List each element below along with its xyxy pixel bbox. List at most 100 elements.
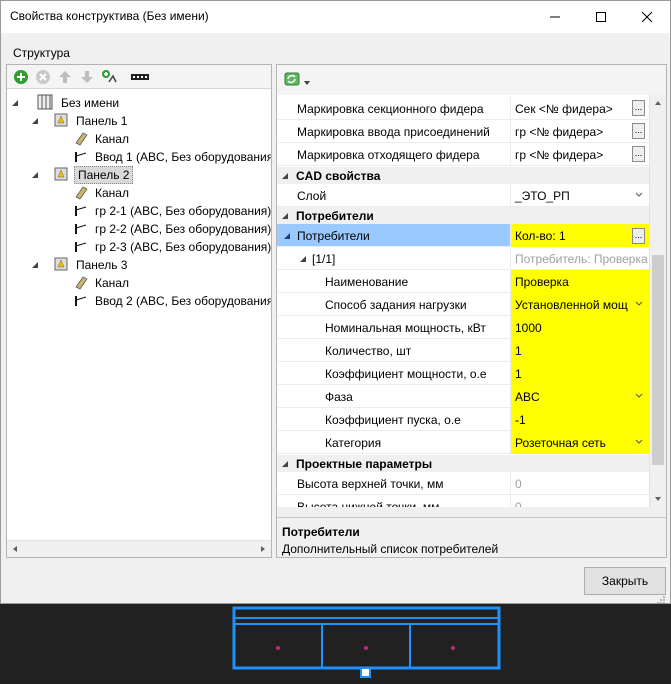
chevron-down-icon (635, 192, 643, 197)
description-panel: Потребители Дополнительный список потреб… (277, 517, 666, 557)
arrow-down-icon (81, 71, 93, 83)
property-row[interactable]: Высота верхней точки, мм 0 (277, 472, 649, 495)
property-row[interactable]: Слой _ЭТО_РП (277, 184, 649, 207)
close-button[interactable]: Закрыть (584, 567, 666, 595)
property-row[interactable]: Маркировка ввода присоединений гр <№ фид… (277, 120, 649, 143)
tree-node-feeder[interactable]: гр 2-3 (ABC, Без оборудования) (73, 238, 271, 256)
properties-window: Свойства конструктива (Без имени) Структ… (0, 0, 671, 604)
tree-node-root[interactable]: Без имени (11, 94, 261, 112)
move-up-button[interactable] (57, 69, 73, 85)
collapse-icon (32, 118, 38, 124)
property-row[interactable]: Фаза ABC (277, 385, 649, 408)
cad-canvas[interactable] (0, 604, 671, 681)
panel-icon (54, 167, 68, 181)
tree-node-feeder[interactable]: гр 2-1 (ABC, Без оборудования) (73, 202, 271, 220)
feeder-icon (75, 296, 87, 306)
property-grid: Маркировка секционного фидера Сек <№ фид… (277, 95, 649, 507)
structure-tree: Без имени Панель 1 Канал Ввод 1 (ABC, Бе… (7, 91, 271, 531)
channel-icon (75, 132, 88, 146)
collapse-icon (284, 233, 290, 239)
tree-node-channel[interactable]: Канал (73, 130, 263, 148)
delete-button[interactable] (35, 69, 51, 85)
property-row[interactable]: Номинальная мощность, кВт 1000 (277, 316, 649, 339)
property-row[interactable]: Маркировка отходящего фидера гр <№ фидер… (277, 143, 649, 166)
property-row[interactable]: [1/1] Потребитель: Проверка (277, 247, 649, 270)
collapse-icon (282, 461, 288, 467)
cabinet-icon (37, 94, 53, 110)
channel-icon (75, 186, 88, 200)
category-project-parameters[interactable]: Проектные параметры (277, 455, 649, 472)
tree-node-panel-1[interactable]: Панель 1 (31, 112, 271, 130)
minimize-icon (550, 16, 560, 18)
title-bar: Свойства конструктива (Без имени) (1, 1, 670, 33)
maximize-icon (596, 12, 606, 22)
tree-horizontal-scrollbar[interactable] (7, 540, 271, 557)
tree-node-channel[interactable]: Канал (73, 184, 263, 202)
tree-node-feeder[interactable]: гр 2-2 (ABC, Без оборудования) (73, 220, 271, 238)
ellipsis-button[interactable]: ... (632, 100, 645, 116)
collapse-icon (282, 213, 288, 219)
categorize-icon (284, 72, 310, 86)
switchboard-drawing (232, 606, 501, 678)
chevron-down-icon (635, 301, 643, 306)
category-cad[interactable]: CAD свойства (277, 167, 649, 184)
channel-icon (75, 276, 88, 290)
ellipsis-button[interactable]: ... (632, 123, 645, 139)
move-down-button[interactable] (79, 69, 95, 85)
feeder-icon (75, 224, 87, 234)
arrow-up-icon (59, 71, 71, 83)
maximize-button[interactable] (578, 1, 624, 33)
property-panel: Маркировка секционного фидера Сек <№ фид… (276, 64, 667, 558)
panel-icon (54, 257, 68, 271)
grid-vertical-scrollbar[interactable] (649, 95, 666, 507)
structure-panel: Без имени Панель 1 Канал Ввод 1 (ABC, Бе… (6, 64, 272, 558)
tree-node-feeder[interactable]: Ввод 2 (ABC, Без оборудования) (73, 292, 271, 310)
tree-node-feeder[interactable]: Ввод 1 (ABC, Без оборудования) (73, 148, 271, 166)
property-toolbar (277, 65, 666, 95)
panel-icon (54, 113, 68, 127)
arrow-right-icon (261, 546, 265, 552)
ellipsis-button[interactable]: ... (632, 228, 645, 244)
feeder-icon (75, 242, 87, 252)
property-row-selected[interactable]: Потребители Кол-во: 1 ... (277, 224, 649, 247)
description-text: Дополнительный список потребителей (282, 542, 499, 556)
close-window-button[interactable] (624, 1, 670, 33)
minimize-button[interactable] (532, 1, 578, 33)
feeder-icon (75, 206, 87, 216)
collapse-icon (32, 172, 38, 178)
property-row[interactable]: Наименование Проверка (277, 270, 649, 293)
arrow-up-icon (655, 101, 661, 105)
add-feeder-button[interactable] (101, 69, 117, 85)
collapse-icon (32, 262, 38, 268)
property-row[interactable]: Категория Розеточная сеть (277, 431, 649, 454)
terminal-block-button[interactable] (127, 69, 157, 85)
description-title: Потребители (282, 525, 360, 539)
structure-group-label: Структура (13, 46, 70, 60)
arrow-down-icon (655, 497, 661, 501)
scrollbar-thumb[interactable] (652, 255, 664, 465)
add-icon (14, 70, 28, 84)
delete-icon (36, 70, 50, 84)
category-consumers[interactable]: Потребители (277, 207, 649, 224)
add-button[interactable] (13, 69, 29, 85)
chevron-down-icon (635, 393, 643, 398)
add-feeder-icon (102, 70, 117, 83)
property-row[interactable]: Количество, шт 1 (277, 339, 649, 362)
collapse-icon (282, 173, 288, 179)
structure-toolbar (7, 65, 271, 89)
close-icon (641, 11, 653, 23)
chevron-down-icon (635, 439, 643, 444)
tree-node-panel-3[interactable]: Панель 3 (31, 256, 231, 274)
ellipsis-button[interactable]: ... (632, 146, 645, 162)
tree-node-panel-2[interactable]: Панель 2 (31, 166, 161, 184)
arrow-left-icon (13, 546, 17, 552)
property-row[interactable]: Способ задания нагрузки Установленной мо… (277, 293, 649, 316)
property-row[interactable]: Коэффициент пуска, о.е -1 (277, 408, 649, 431)
property-row[interactable]: Высота нижней точки, мм 0 (277, 495, 649, 507)
property-row[interactable]: Коэффициент мощности, о.е 1 (277, 362, 649, 385)
window-title: Свойства конструктива (Без имени) (10, 9, 209, 23)
tree-node-channel[interactable]: Канал (73, 274, 263, 292)
property-row[interactable]: Маркировка секционного фидера Сек <№ фид… (277, 97, 649, 120)
categorize-button[interactable] (283, 71, 311, 89)
collapse-icon (300, 256, 306, 262)
